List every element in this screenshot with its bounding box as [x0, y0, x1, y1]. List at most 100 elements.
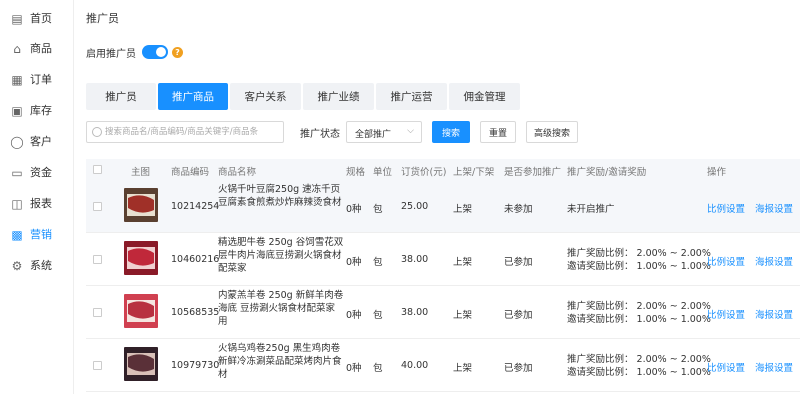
row-checkbox[interactable] [93, 361, 102, 370]
poster-settings-link[interactable]: 海报设置 [755, 360, 793, 374]
row-checkbox[interactable] [93, 255, 102, 264]
product-spec: 0种 [346, 363, 362, 374]
product-image-graphic [124, 241, 158, 275]
ratio-settings-link[interactable]: 比例设置 [707, 254, 745, 268]
sidebar-item-label: 资金 [30, 166, 52, 179]
product-joined-status: 已参加 [504, 257, 533, 268]
product-image-graphic [124, 294, 158, 328]
reward-info: 未开启推广 [567, 204, 615, 215]
product-unit: 包 [373, 257, 383, 268]
chevron-down-icon: ⌵ [407, 126, 414, 136]
advanced-search-button[interactable]: 高级搜索 [526, 121, 578, 143]
product-unit: 包 [373, 310, 383, 321]
product-name: 火锅乌鸡卷250g 黑生鸡肉卷新鲜冷冻涮菜品配菜烤肉片食材 [218, 343, 342, 380]
reward-info: 推广奖励比例： 2.00% ~ 2.00% 邀请奖励比例： 1.00% ~ 1.0… [567, 353, 711, 379]
product-spec: 0种 [346, 257, 362, 268]
header-price: 订货价(元) [401, 167, 447, 178]
sidebar-item-label: 报表 [30, 197, 52, 210]
gift-icon: ▩ [11, 228, 23, 242]
tab-2[interactable]: 客户关系 [230, 83, 301, 110]
tab-0[interactable]: 推广员 [86, 83, 156, 110]
product-joined-status: 已参加 [504, 310, 533, 321]
tab-bar: 推广员 推广商品 客户关系 推广业绩 推广运营 佣金管理 [86, 83, 522, 110]
search-icon [92, 127, 102, 137]
tab-1[interactable]: 推广商品 [158, 83, 228, 110]
switch-knob [156, 47, 166, 57]
product-image [124, 347, 158, 381]
product-code: 10214254 [171, 201, 220, 212]
header-shelf: 上架/下架 [453, 167, 495, 178]
sidebar-item-2[interactable]: ▦ 订单 [0, 65, 74, 95]
report-icon: ◫ [11, 197, 23, 211]
product-shelf-status: 上架 [453, 204, 473, 215]
row-checkbox[interactable] [93, 308, 102, 317]
promo-reward-ratio: 推广奖励比例： 2.00% ~ 2.00% [567, 248, 711, 259]
poster-settings-link[interactable]: 海报设置 [755, 201, 793, 215]
tab-3[interactable]: 推广业绩 [303, 83, 374, 110]
inventory-icon: ▣ [11, 104, 23, 118]
sidebar-item-3[interactable]: ▣ 库存 [0, 96, 74, 126]
ratio-settings-link[interactable]: 比例设置 [707, 201, 745, 215]
product-joined-status: 未参加 [504, 204, 533, 215]
sidebar-item-label: 商品 [30, 42, 52, 55]
select-all-checkbox[interactable] [93, 165, 102, 174]
bag-icon: ⌂ [13, 42, 21, 56]
sidebar-item-6[interactable]: ◫ 报表 [0, 189, 74, 219]
sidebar-item-5[interactable]: ▭ 资金 [0, 158, 74, 188]
header-image: 主图 [131, 167, 151, 178]
product-code: 10979730 [171, 360, 220, 371]
table-row: 10460216 精选肥牛卷 250g 谷饲雪花双层牛肉片海底豆捞涮火锅食材配菜家… [86, 233, 800, 286]
enable-promoter-row: 启用推广员 ? [86, 44, 183, 60]
tab-4[interactable]: 推广运营 [376, 83, 447, 110]
search-button[interactable]: 搜索 [432, 121, 470, 143]
product-image [124, 294, 158, 328]
row-checkbox[interactable] [93, 202, 102, 211]
ratio-settings-link[interactable]: 比例设置 [707, 307, 745, 321]
sidebar-item-7[interactable]: ▩ 营销 [0, 220, 74, 250]
reset-button[interactable]: 重置 [480, 121, 516, 143]
sidebar: ▤ 首页 ⌂ 商品 ▦ 订单 ▣ 库存 ◯ 客户 ▭ 资金 ◫ 报表 ▩ 营销 ⚙ 系统 [0, 0, 74, 394]
product-unit: 包 [373, 363, 383, 374]
help-icon[interactable]: ? [172, 46, 183, 58]
product-unit: 包 [373, 204, 383, 215]
sidebar-item-4[interactable]: ◯ 客户 [0, 127, 74, 157]
ratio-settings-link[interactable]: 比例设置 [707, 360, 745, 374]
order-icon: ▦ [11, 73, 23, 87]
search-input[interactable] [105, 124, 281, 140]
sidebar-item-8[interactable]: ⚙ 系统 [0, 251, 74, 281]
table-row: 10214254 火锅千叶豆腐250g 速冻千页豆腐素食煎煮炒炸麻辣烫食材 0种包 2… [86, 180, 800, 233]
product-spec: 0种 [346, 310, 362, 321]
promo-reward-ratio: 推广奖励比例： 2.00% ~ 2.00% [567, 301, 711, 312]
poster-settings-link[interactable]: 海报设置 [755, 307, 793, 321]
settings-icon: ⚙ [11, 259, 23, 273]
product-image [124, 241, 158, 275]
table-row: 10568535 内蒙羔羊卷 250g 新鲜羊肉卷海底 豆捞涮火锅食材配菜家用 0种… [86, 286, 800, 339]
product-shelf-status: 上架 [453, 363, 473, 374]
header-unit: 单位 [373, 167, 393, 178]
reward-info: 推广奖励比例： 2.00% ~ 2.00% 邀请奖励比例： 1.00% ~ 1.0… [567, 247, 711, 273]
header-ops: 操作 [707, 167, 727, 178]
product-spec: 0种 [346, 204, 362, 215]
product-image-graphic [124, 347, 158, 381]
header-code: 商品编码 [171, 167, 210, 178]
product-shelf-status: 上架 [453, 310, 473, 321]
invite-reward-ratio: 邀请奖励比例： 1.00% ~ 1.00% [567, 367, 711, 378]
product-price: 40.00 [401, 360, 429, 371]
enable-promoter-switch[interactable] [142, 45, 168, 59]
table-header: 主图 商品编码 商品名称 规格 单位 订货价(元) 上架/下架 是否参加推广 推… [86, 159, 800, 180]
page-title: 推广员 [86, 12, 119, 25]
product-name: 精选肥牛卷 250g 谷饲雪花双层牛肉片海底豆捞涮火锅食材配菜家 [218, 237, 344, 274]
sidebar-item-0[interactable]: ▤ 首页 [0, 4, 74, 34]
product-joined-status: 已参加 [504, 363, 533, 374]
poster-settings-link[interactable]: 海报设置 [755, 254, 793, 268]
invite-reward-ratio: 邀请奖励比例： 1.00% ~ 1.00% [567, 314, 711, 325]
search-box [86, 121, 284, 143]
product-name: 火锅千叶豆腐250g 速冻千页豆腐素食煎煮炒炸麻辣烫食材 [218, 184, 342, 208]
sidebar-item-label: 营销 [30, 228, 52, 241]
tab-5[interactable]: 佣金管理 [449, 83, 520, 110]
status-select[interactable]: 全部推广 ⌵ [346, 121, 422, 143]
product-price: 38.00 [401, 254, 429, 265]
user-icon: ◯ [10, 135, 24, 149]
header-spec: 规格 [346, 167, 366, 178]
sidebar-item-1[interactable]: ⌂ 商品 [0, 34, 74, 64]
